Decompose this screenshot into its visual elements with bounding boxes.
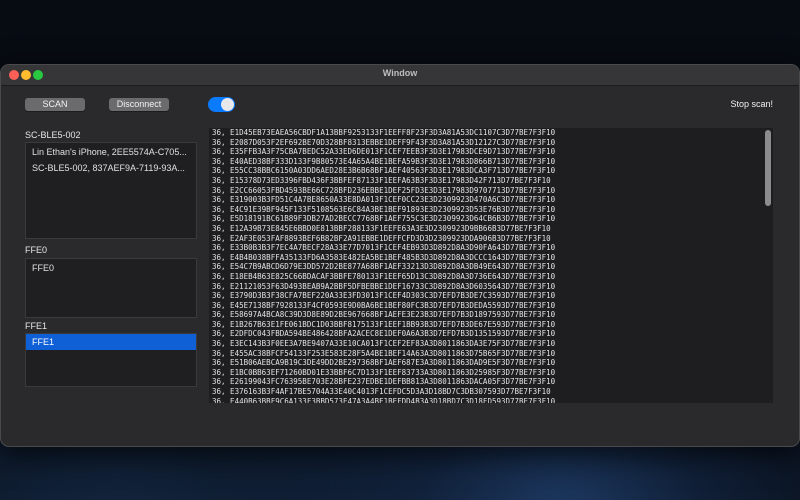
log-line: 36, E5D18191BC61B89F3DB27AD2BECC7768BF1A… xyxy=(212,214,556,224)
app-window: Window SCAN Disconnect Stop scan! SC-BLE… xyxy=(0,64,800,447)
log-line: 36, E2DFDC043FBDA594BE486428BFA2ACEC8E1D… xyxy=(212,329,556,339)
disconnect-button[interactable]: Disconnect xyxy=(109,98,169,111)
log-line: 36, E58697A4BCA8C39D3D8E89D2BE967668BF1A… xyxy=(212,310,556,320)
device-list[interactable]: Lin Ethan's iPhone, 2EE5574A-C705... SC-… xyxy=(25,142,197,239)
log-line: 36, E319003B3FD51C4A7BE8650A33E8DA013F1C… xyxy=(212,195,556,205)
device-list-item[interactable]: Lin Ethan's iPhone, 2EE5574A-C705... xyxy=(26,144,196,160)
log-lines: 36, E1D45EB73EAEA56CBDF1A13BBF9253133F1E… xyxy=(212,128,761,403)
device-list-item[interactable]: SC-BLE5-002, 837AEF9A-7119-93A... xyxy=(26,160,196,176)
data-log[interactable]: 36, E1D45EB73EAEA56CBDF1A13BBF9253133F1E… xyxy=(209,128,773,403)
log-line: 36, E33B0B3B3F7EC4A7BECF28A33E77D7013F1C… xyxy=(212,243,556,253)
log-line: 36, E18EB4B63E825C66BDACAF3BBFE780133F1E… xyxy=(212,271,556,281)
log-scrollbar[interactable] xyxy=(765,130,771,401)
log-line: 36, E2AF3E053FAF8893BEF6B82BF2A91EBBE1DE… xyxy=(212,233,551,243)
scan-toggle[interactable] xyxy=(208,97,235,112)
log-line: 36, E12A39B73E845E6BBD0E813BBF288133F1EE… xyxy=(212,223,551,233)
log-line: 36, E35FFB3A3F75CBA7BEDC52A33ED6DE013F1C… xyxy=(212,147,556,157)
characteristic-list-item[interactable]: FFE1 xyxy=(26,334,196,350)
log-line: 36, E455AC38BFCF54133F253E583E28F5A4BE1B… xyxy=(212,348,556,358)
log-line: 36, E1B267B63E1FE061BDC1D03BBF8175133F1E… xyxy=(212,319,556,329)
log-line: 36, E376163B3F4AF17BE5704A33E40C4013F1CE… xyxy=(212,387,551,397)
service-list[interactable]: FFE0 xyxy=(25,258,197,318)
log-line: 36, E2CC66053FBD4593BE66C728BFD236EBBE1D… xyxy=(212,185,556,195)
characteristic-section-label: FFE1 xyxy=(25,321,48,331)
log-line: 36, E26199043FC76395BE703E28BFE237EDBE1D… xyxy=(212,377,556,387)
scan-button[interactable]: SCAN xyxy=(25,98,85,111)
toggle-knob xyxy=(221,98,234,111)
characteristic-list[interactable]: FFE1 xyxy=(25,333,197,387)
window-title: Window xyxy=(382,68,418,78)
log-line: 36, E40AED38BF333D133F9B80573E4A65A4BE1B… xyxy=(212,156,556,166)
log-line: 36, E2087D053F2EF692BE70D328BF8313EBBE1D… xyxy=(212,137,556,147)
title-bar: Window xyxy=(1,65,799,86)
service-section-label: FFE0 xyxy=(25,245,48,255)
log-line: 36, E3EC143B3F0EE3A7BE9407A33E10CA013F1C… xyxy=(212,339,556,349)
log-line: 36, E21121053F63D493BEAB9A2BBF5DFBEBBE1D… xyxy=(212,281,556,291)
log-line: 36, E45E7138BF7928133F4CF0593E9D0BA6BE1B… xyxy=(212,300,556,310)
log-line: 36, E15378D73ED3396FBD436F3BBFEF87133F1E… xyxy=(212,175,551,185)
device-section-label: SC-BLE5-002 xyxy=(25,130,81,140)
log-line: 36, E1D45EB73EAEA56CBDF1A13BBF9253133F1E… xyxy=(212,128,556,137)
log-line: 36, E55CC38BBC6150A03DD6AED28E3B6B68BF1A… xyxy=(212,166,556,176)
service-list-item[interactable]: FFE0 xyxy=(26,260,196,276)
log-line: 36, E440B63BBF9C6A133F3BBD573E47A3A4BE1B… xyxy=(212,396,556,403)
log-line: 36, E51B06AEBCA9B19C3DE49DD2BE297368BF1A… xyxy=(212,358,556,368)
log-line: 36, E1BC0BB63EF71260BD01E33BBF6C7D133F1E… xyxy=(212,367,556,377)
log-line: 36, E4C91E39BF945F133F5108563E6C84A3BE1B… xyxy=(212,204,556,214)
log-line: 36, E54C7B9ABCD6D79E3DD572D2BE877A68BF1A… xyxy=(212,262,556,272)
scrollbar-thumb[interactable] xyxy=(765,130,771,206)
stop-scan-label: Stop scan! xyxy=(730,99,773,109)
log-line: 36, E4B4B038BFFA35133FD6A3583E482EA5BE1B… xyxy=(212,252,556,262)
log-line: 36, E3790D3B3F38CFA7BEF220A33E3FD3013F1C… xyxy=(212,291,556,301)
